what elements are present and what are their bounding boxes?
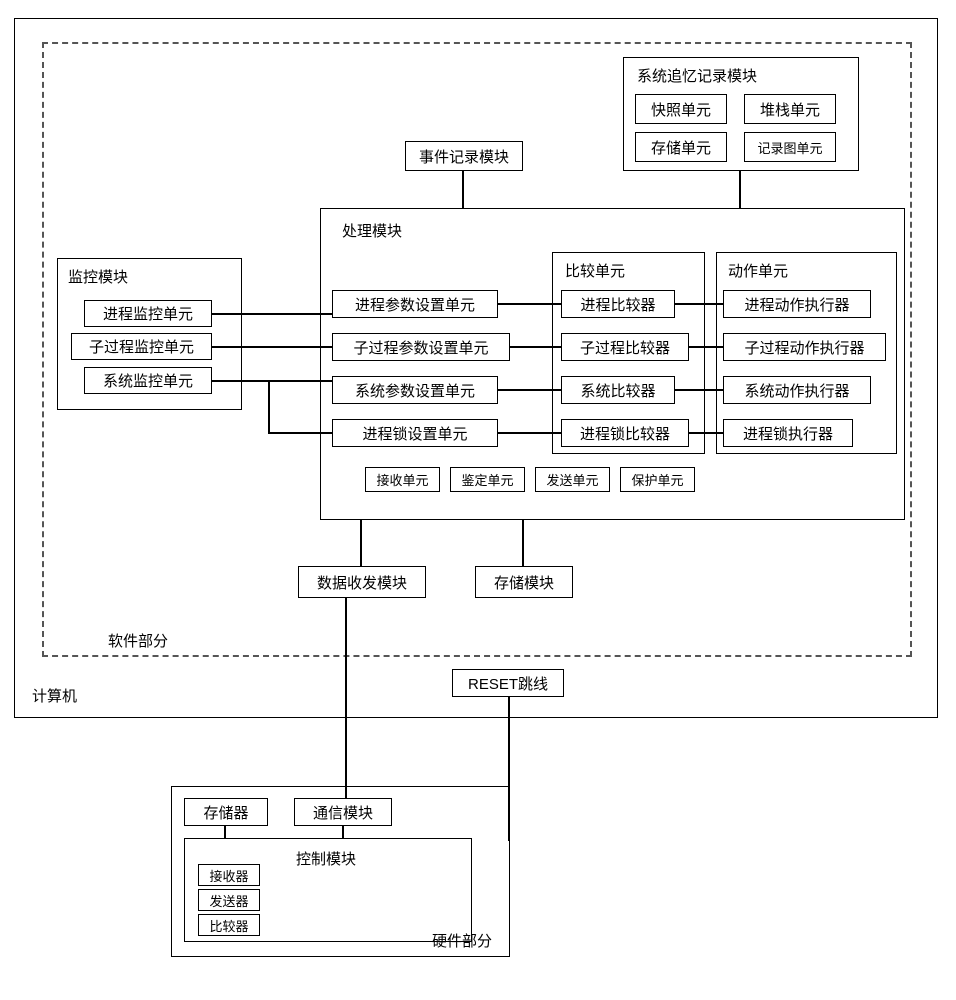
sender: 发送器 — [198, 889, 260, 911]
event-log-module: 事件记录模块 — [405, 141, 523, 171]
process-lock-executor: 进程锁执行器 — [723, 419, 853, 447]
subprocess-action-executor: 子过程动作执行器 — [723, 333, 886, 361]
computer-label: 计算机 — [32, 685, 77, 706]
system-comparator: 系统比较器 — [561, 376, 675, 404]
conn — [342, 826, 344, 838]
receiver: 接收器 — [198, 864, 260, 886]
comparator: 比较器 — [198, 914, 260, 936]
subprocess-monitor-unit: 子过程监控单元 — [71, 333, 212, 360]
conn — [212, 313, 332, 315]
process-monitor-unit: 进程监控单元 — [84, 300, 212, 327]
subprocess-param-set-unit: 子过程参数设置单元 — [332, 333, 510, 361]
storage-unit: 存储单元 — [635, 132, 727, 162]
process-lock-set-unit: 进程锁设置单元 — [332, 419, 498, 447]
conn — [360, 520, 362, 566]
protect-unit: 保护单元 — [620, 467, 695, 492]
system-action-executor: 系统动作执行器 — [723, 376, 871, 404]
conn — [212, 380, 332, 382]
diagram-canvas: { "computer_label": "计算机", "software_lab… — [0, 0, 956, 1000]
identify-unit: 鉴定单元 — [450, 467, 525, 492]
comm-module: 通信模块 — [294, 798, 392, 826]
conn — [498, 389, 561, 391]
conn — [498, 432, 561, 434]
conn — [675, 389, 723, 391]
conn — [689, 432, 723, 434]
conn — [268, 380, 270, 433]
conn — [739, 171, 741, 208]
conn — [508, 697, 510, 841]
compare-unit-label: 比较单元 — [565, 260, 625, 281]
memory: 存储器 — [184, 798, 268, 826]
conn — [212, 346, 332, 348]
subprocess-comparator: 子过程比较器 — [561, 333, 689, 361]
system-monitor-unit: 系统监控单元 — [84, 367, 212, 394]
reset-jumper: RESET跳线 — [452, 669, 564, 697]
conn — [224, 826, 226, 838]
process-comparator: 进程比较器 — [561, 290, 675, 318]
receive-unit: 接收单元 — [365, 467, 440, 492]
storage-module: 存储模块 — [475, 566, 573, 598]
system-recall-label: 系统追忆记录模块 — [637, 65, 757, 86]
action-unit-label: 动作单元 — [728, 260, 788, 281]
process-lock-comparator: 进程锁比较器 — [561, 419, 689, 447]
control-module-label: 控制模块 — [296, 848, 356, 869]
conn — [498, 303, 561, 305]
process-param-set-unit: 进程参数设置单元 — [332, 290, 498, 318]
processing-label: 处理模块 — [342, 220, 402, 241]
conn — [345, 598, 347, 798]
snapshot-unit: 快照单元 — [635, 94, 727, 124]
record-graph-unit: 记录图单元 — [744, 132, 836, 162]
system-param-set-unit: 系统参数设置单元 — [332, 376, 498, 404]
conn — [675, 303, 723, 305]
conn — [268, 432, 332, 434]
conn — [462, 171, 464, 208]
data-txrx-module: 数据收发模块 — [298, 566, 426, 598]
process-action-executor: 进程动作执行器 — [723, 290, 871, 318]
event-log-label: 事件记录模块 — [419, 146, 509, 167]
monitor-label: 监控模块 — [68, 266, 128, 287]
conn — [522, 520, 524, 566]
conn — [510, 346, 561, 348]
send-unit: 发送单元 — [535, 467, 610, 492]
conn — [689, 346, 723, 348]
stack-unit: 堆栈单元 — [744, 94, 836, 124]
software-label: 软件部分 — [108, 630, 168, 651]
